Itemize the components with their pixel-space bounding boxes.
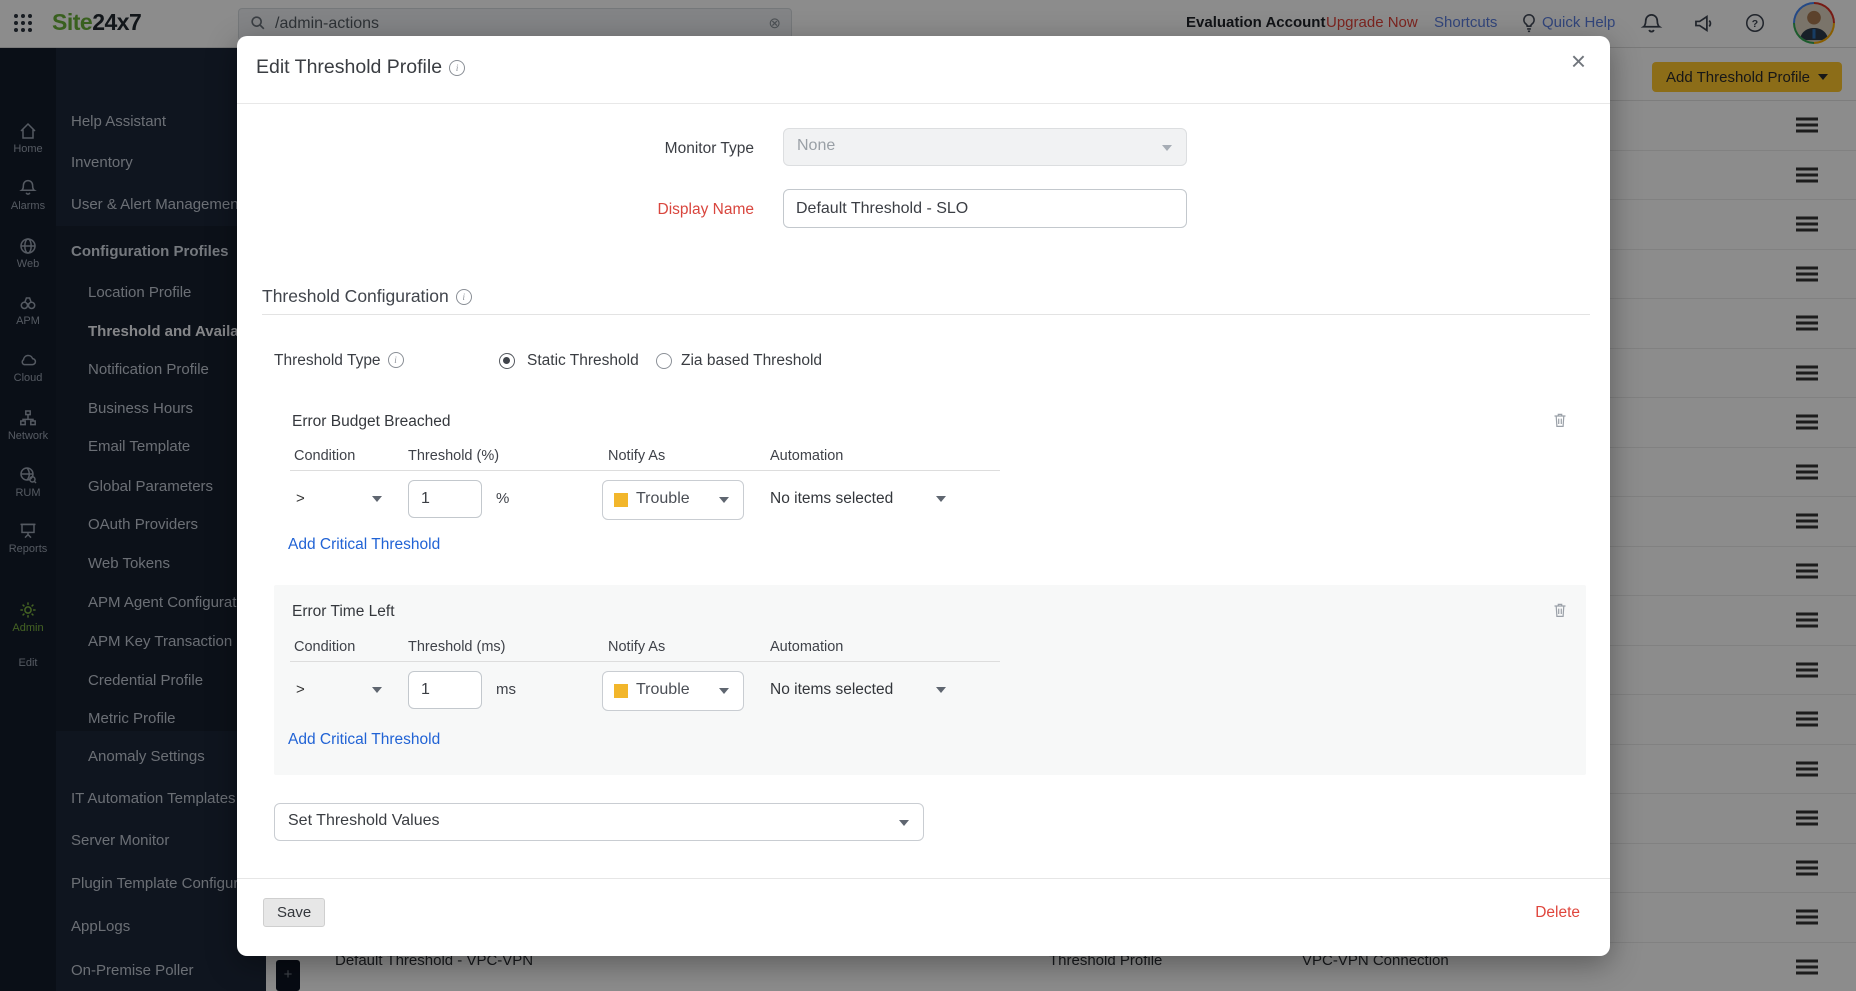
threshold-configuration-title: Threshold Configurationi — [262, 286, 472, 307]
display-name-label: Display Name — [577, 201, 754, 219]
footer-divider — [237, 878, 1610, 879]
zia-threshold-radio[interactable] — [656, 353, 672, 369]
condition-select[interactable]: > — [296, 490, 305, 507]
column-notify-as: Notify As — [608, 639, 665, 655]
info-icon[interactable]: i — [456, 289, 472, 305]
monitor-type-label: Monitor Type — [577, 140, 754, 158]
caret-down-icon — [899, 820, 909, 826]
column-underline — [290, 661, 1000, 662]
threshold-unit: ms — [496, 681, 516, 698]
column-threshold: Threshold (%) — [408, 448, 499, 464]
caret-down-icon — [1162, 145, 1172, 151]
info-icon[interactable]: i — [388, 352, 404, 368]
caret-down-icon[interactable] — [372, 496, 382, 502]
display-name-input[interactable] — [783, 189, 1187, 228]
trouble-status-swatch — [614, 684, 628, 698]
trouble-status-swatch — [614, 493, 628, 507]
column-condition: Condition — [294, 448, 355, 464]
modal-title: Edit Threshold Profilei — [256, 56, 465, 79]
trash-icon[interactable] — [1552, 412, 1568, 434]
notify-as-dropdown[interactable]: Trouble — [602, 480, 744, 520]
static-threshold-radio-label[interactable]: Static Threshold — [527, 352, 639, 370]
error-budget-breached-group: Error Budget Breached Condition Threshol… — [274, 402, 1586, 568]
caret-down-icon[interactable] — [936, 687, 946, 693]
threshold-value-input[interactable] — [408, 671, 482, 709]
condition-select[interactable]: > — [296, 681, 305, 698]
group-title: Error Budget Breached — [292, 413, 451, 431]
static-threshold-radio[interactable] — [499, 353, 515, 369]
set-threshold-values-dropdown[interactable]: Set Threshold Values — [274, 803, 924, 841]
error-time-left-group: Error Time Left Condition Threshold (ms)… — [274, 585, 1586, 775]
caret-down-icon[interactable] — [936, 496, 946, 502]
monitor-type-dropdown: None — [783, 128, 1187, 166]
info-icon[interactable]: i — [449, 60, 465, 76]
automation-select[interactable]: No items selected — [770, 681, 893, 699]
caret-down-icon[interactable] — [372, 687, 382, 693]
group-title: Error Time Left — [292, 603, 395, 621]
section-divider — [262, 314, 1590, 315]
edit-threshold-profile-modal: Edit Threshold Profilei × Monitor Type N… — [237, 36, 1610, 956]
add-critical-threshold-link[interactable]: Add Critical Threshold — [288, 536, 440, 554]
save-button[interactable]: Save — [263, 898, 325, 927]
column-threshold: Threshold (ms) — [408, 639, 506, 655]
caret-down-icon — [719, 688, 729, 694]
threshold-type-label: Threshold Typei — [274, 352, 404, 370]
threshold-value-input[interactable] — [408, 480, 482, 518]
close-icon[interactable]: × — [1571, 48, 1586, 74]
automation-select[interactable]: No items selected — [770, 490, 893, 508]
header-divider — [237, 103, 1610, 104]
delete-link[interactable]: Delete — [1535, 904, 1580, 922]
zia-threshold-radio-label[interactable]: Zia based Threshold — [681, 352, 822, 370]
threshold-unit: % — [496, 490, 509, 507]
column-condition: Condition — [294, 639, 355, 655]
column-automation: Automation — [770, 639, 843, 655]
column-notify-as: Notify As — [608, 448, 665, 464]
notify-as-dropdown[interactable]: Trouble — [602, 671, 744, 711]
column-underline — [290, 470, 1000, 471]
app-screen: Site24x7 /admin-actions ⊗ Evaluation Acc… — [0, 0, 1856, 991]
trash-icon[interactable] — [1552, 602, 1568, 624]
column-automation: Automation — [770, 448, 843, 464]
add-critical-threshold-link[interactable]: Add Critical Threshold — [288, 731, 440, 749]
caret-down-icon — [719, 497, 729, 503]
